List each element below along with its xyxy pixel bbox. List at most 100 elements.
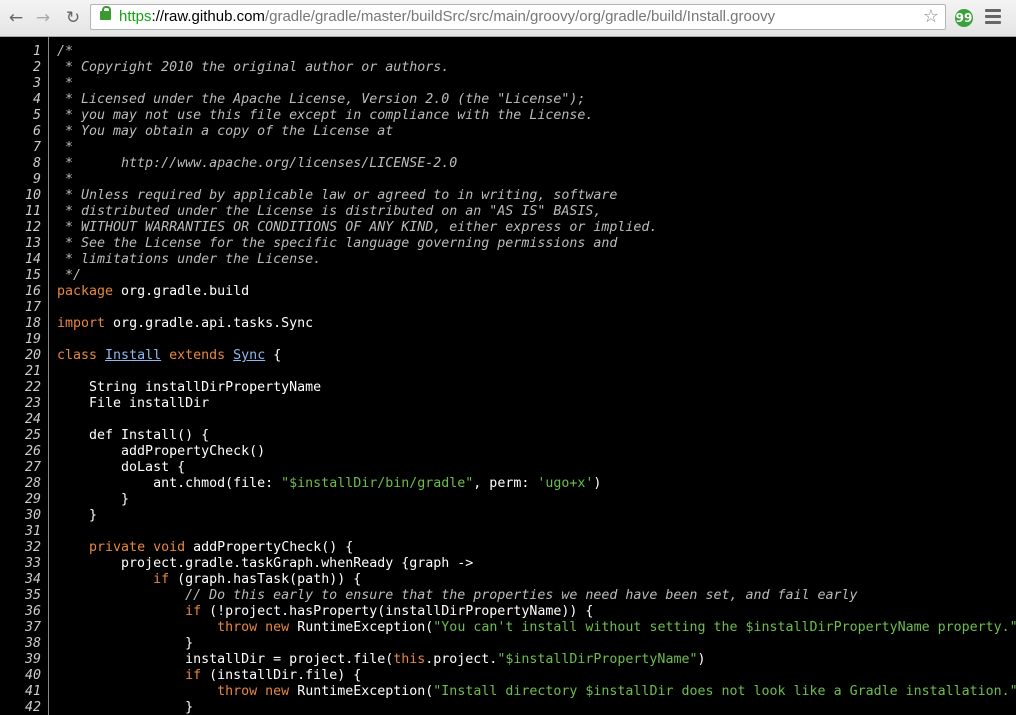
line-number: 21 [24, 364, 41, 379]
code-text: File installDir [57, 396, 209, 412]
line-number: 32 [24, 540, 41, 555]
line-number: 36 [24, 604, 41, 619]
code-line: 12 * WITHOUT WARRANTIES OR CONDITIONS OF… [0, 220, 1016, 236]
line-number: 26 [24, 444, 41, 459]
code-text: project.gradle.taskGraph.whenReady {grap… [57, 556, 473, 572]
reload-button[interactable]: ↻ [63, 8, 83, 28]
code-line: 32 private void addPropertyCheck() { [0, 540, 1016, 556]
code-token: String installDirPropertyName [57, 380, 322, 395]
code-text: if (installDir.file) { [57, 668, 361, 684]
code-text: /* [57, 44, 73, 60]
line-number: 18 [24, 316, 41, 331]
code-token: * See the License for the specific langu… [57, 236, 618, 251]
code-token: RuntimeException( [289, 684, 434, 699]
code-text: if (!project.hasProperty(installDirPrope… [57, 604, 593, 620]
code-text: * Copyright 2010 the original author or … [57, 60, 449, 76]
code-line: 19 [0, 332, 1016, 348]
extension-icon[interactable]: 99 [955, 9, 973, 27]
code-line: 36 if (!project.hasProperty(installDirPr… [0, 604, 1016, 620]
code-token: new [265, 684, 290, 699]
code-line: 22 String installDirPropertyName [0, 380, 1016, 396]
lock-icon [100, 6, 111, 20]
line-number: 30 [24, 508, 41, 523]
code-text: * distributed under the License is distr… [57, 204, 601, 220]
code-line: 41 throw new RuntimeException("Install d… [0, 684, 1016, 700]
code-token: /* [57, 44, 74, 59]
code-line: 30 } [0, 508, 1016, 524]
code-line: 38 } [0, 636, 1016, 652]
code-line: 24 [0, 412, 1016, 428]
code-token: (graph.hasTask(path)) { [169, 572, 362, 587]
line-number: 34 [24, 572, 41, 587]
code-text: doLast { [57, 460, 185, 476]
code-text: def Install() { [57, 428, 209, 444]
forward-button[interactable]: → [33, 8, 53, 28]
code-token: new [265, 620, 290, 635]
code-line: 20 class Install extends Sync { [0, 348, 1016, 364]
code-token: * distributed under the License is distr… [57, 204, 602, 219]
code-line: 13 * See the License for the specific la… [0, 236, 1016, 252]
code-token: import [57, 316, 106, 331]
line-number: 31 [24, 524, 41, 539]
code-text: throw new RuntimeException("You can't in… [57, 620, 1016, 636]
code-line: 29 } [0, 492, 1016, 508]
code-line: 27 doLast { [0, 460, 1016, 476]
code-line: 3 * [0, 76, 1016, 92]
url-separator: :// [151, 8, 165, 25]
code-token: "$installDirPropertyName" [497, 652, 698, 667]
code-token: package [57, 284, 114, 299]
code-line: 21 [0, 364, 1016, 380]
code-text: } [57, 636, 193, 652]
code-token: void [153, 540, 186, 555]
code-token: } [57, 700, 194, 715]
code-link[interactable]: Install [105, 348, 161, 363]
browser-toolbar: ← → ↻ https://raw.github.com/gradle/grad… [0, 0, 1016, 37]
line-number: 40 [24, 668, 41, 683]
code-text: class Install extends Sync { [57, 348, 281, 364]
code-line: 2 * Copyright 2010 the original author o… [0, 60, 1016, 76]
code-text: String installDirPropertyName [57, 380, 321, 396]
line-number: 1 [32, 44, 41, 59]
code-line: 11 * distributed under the License is di… [0, 204, 1016, 220]
bookmark-star-icon[interactable]: ☆ [923, 6, 939, 28]
code-token: * http://www.apache.org/licenses/LICENSE… [57, 156, 458, 171]
code-token: class [57, 348, 98, 363]
line-number: 23 [24, 396, 41, 411]
back-button[interactable]: ← [6, 8, 26, 28]
code-token: addPropertyCheck() [57, 444, 266, 459]
line-number: 38 [24, 636, 41, 651]
code-link[interactable]: Sync [233, 348, 265, 363]
line-number: 19 [24, 332, 41, 347]
code-text: * Unless required by applicable law or a… [57, 188, 617, 204]
menu-icon[interactable] [985, 9, 1001, 27]
code-token: RuntimeException( [289, 620, 434, 635]
line-number: 12 [24, 220, 41, 235]
code-text: package org.gradle.build [57, 284, 249, 300]
url-text[interactable]: https://raw.github.com/gradle/gradle/mas… [119, 5, 775, 29]
line-number: 3 [32, 76, 41, 91]
code-line: 35 // Do this early to ensure that the p… [0, 588, 1016, 604]
code-line: 31 [0, 524, 1016, 540]
address-bar[interactable]: https://raw.github.com/gradle/gradle/mas… [90, 4, 946, 30]
line-number: 29 [24, 492, 41, 507]
code-token: * [57, 140, 74, 155]
line-number: 35 [24, 588, 41, 603]
code-token: File installDir [57, 396, 210, 411]
code-line: 6 * You may obtain a copy of the License… [0, 124, 1016, 140]
code-text: * [57, 140, 73, 156]
code-line: 23 File installDir [0, 396, 1016, 412]
code-token: * Licensed under the Apache License, Ver… [57, 92, 586, 107]
code-text: * you may not use this file except in co… [57, 108, 593, 124]
code-line: 8 * http://www.apache.org/licenses/LICEN… [0, 156, 1016, 172]
line-number: 7 [32, 140, 41, 155]
code-line: 37 throw new RuntimeException("You can't… [0, 620, 1016, 636]
code-text: if (graph.hasTask(path)) { [57, 572, 361, 588]
code-text: * [57, 76, 73, 92]
